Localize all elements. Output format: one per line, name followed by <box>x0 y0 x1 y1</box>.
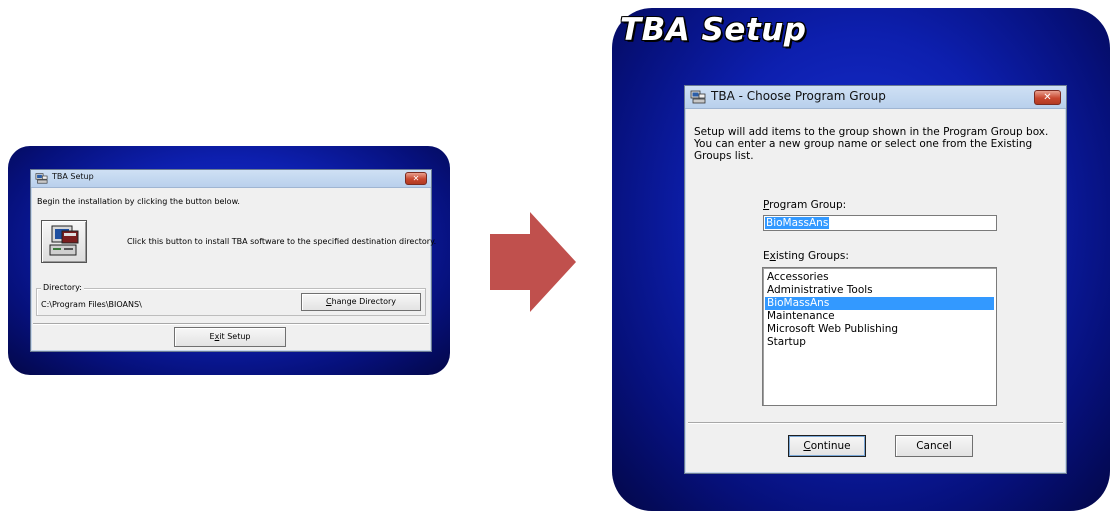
intro-text: Begin the installation by clicking the b… <box>37 197 240 206</box>
list-item-startup[interactable]: Startup <box>765 336 994 349</box>
title-bar[interactable]: TBA Setup ✕ <box>31 170 431 188</box>
existing-groups-label: Existing Groups: <box>763 250 849 262</box>
setup-app-icon <box>35 173 48 184</box>
list-item-accessories[interactable]: Accessories <box>765 271 994 284</box>
setup-app-icon <box>690 90 706 104</box>
description-line-3: Groups list. <box>694 150 754 162</box>
computer-install-icon <box>49 225 79 256</box>
close-button[interactable]: ✕ <box>1034 90 1061 105</box>
program-group-input[interactable]: BioMassAns <box>763 215 997 231</box>
left-panel: TBA Setup ✕ Begin the installation by cl… <box>8 146 450 375</box>
change-directory-button[interactable]: Change Directory <box>301 293 421 311</box>
program-group-label: Program Group: <box>763 199 847 211</box>
description-line-1: Setup will add items to the group shown … <box>694 126 1049 138</box>
close-icon: ✕ <box>1043 92 1052 103</box>
tba-setup-window: TBA Setup ✕ Begin the installation by cl… <box>30 169 436 352</box>
list-item-administrative-tools[interactable]: Administrative Tools <box>765 284 994 297</box>
right-panel: TBA Setup TBA - Choose Program Group ✕ S… <box>612 8 1110 511</box>
directory-label: Directory: <box>41 283 84 292</box>
choose-program-group-window: TBA - Choose Program Group ✕ Setup will … <box>684 85 1067 474</box>
list-item-biomassans[interactable]: BioMassAns <box>765 297 994 310</box>
close-icon: ✕ <box>412 174 420 183</box>
install-button[interactable] <box>41 220 87 263</box>
separator <box>688 422 1063 424</box>
exit-setup-button[interactable]: Exit Setup <box>174 327 286 347</box>
program-group-value: BioMassAns <box>765 217 830 229</box>
continue-button[interactable]: Continue <box>788 435 866 457</box>
close-button[interactable]: ✕ <box>405 172 427 185</box>
banner-title: TBA Setup <box>620 12 807 48</box>
window-title: TBA - Choose Program Group <box>711 89 886 103</box>
right-arrow-icon <box>490 212 576 312</box>
description-line-2: You can enter a new group name or select… <box>694 138 1033 150</box>
existing-groups-list[interactable]: Accessories Administrative Tools BioMass… <box>762 267 997 406</box>
cancel-button[interactable]: Cancel <box>895 435 973 457</box>
install-hint: Click this button to install TBA softwar… <box>127 237 437 246</box>
title-bar[interactable]: TBA - Choose Program Group ✕ <box>685 86 1066 109</box>
list-item-microsoft-web-publishing[interactable]: Microsoft Web Publishing <box>765 323 994 336</box>
separator <box>33 323 429 325</box>
directory-groupbox: Directory: C:\Program Files\BIOANS\ Chan… <box>36 283 426 316</box>
window-title: TBA Setup <box>52 172 94 181</box>
directory-path: C:\Program Files\BIOANS\ <box>41 300 142 309</box>
list-item-maintenance[interactable]: Maintenance <box>765 310 994 323</box>
